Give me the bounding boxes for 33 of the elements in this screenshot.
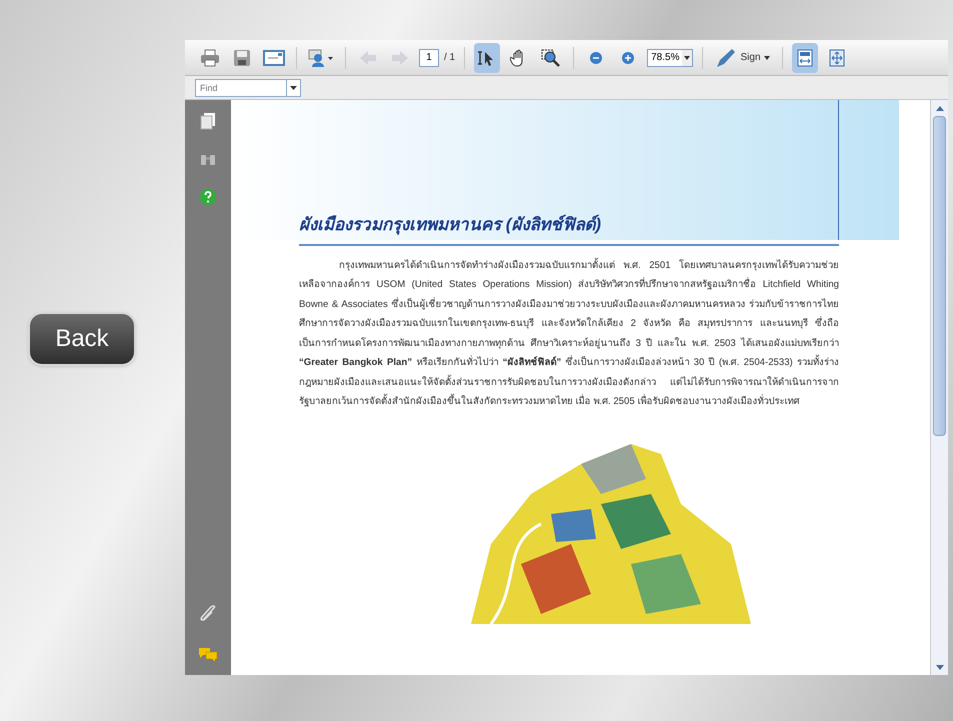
down-arrow-icon[interactable] (936, 664, 944, 670)
back-button[interactable]: Back (28, 312, 136, 366)
scrollbar-thumb[interactable] (933, 116, 946, 436)
pages-icon[interactable] (200, 112, 216, 130)
speech-bubbles-icon[interactable] (198, 647, 218, 663)
magnifier-icon (541, 48, 562, 66)
fit-width-button[interactable] (792, 42, 818, 72)
page-number-field[interactable]: 1 (419, 48, 439, 66)
scrollbar[interactable] (930, 100, 948, 675)
fit-width-icon (796, 48, 812, 66)
left-arrow-icon (359, 50, 377, 66)
pen-icon (715, 48, 738, 68)
envelope-icon (263, 50, 285, 66)
zoom-field[interactable]: 78.5% (647, 48, 694, 66)
find-field[interactable]: Find (195, 78, 287, 96)
paperclip-icon[interactable] (199, 605, 217, 623)
zoom-out-icon (589, 50, 604, 64)
zoom-in-icon (621, 50, 636, 64)
right-arrow-icon (391, 50, 409, 66)
print-icon (200, 48, 220, 66)
caret-icon (684, 56, 690, 60)
binoculars-icon[interactable] (200, 152, 216, 166)
sign-button[interactable]: Sign (712, 44, 772, 72)
share-icon (308, 48, 334, 66)
help-icon[interactable] (199, 188, 217, 206)
caret-icon (764, 56, 770, 60)
caret-icon[interactable] (290, 86, 297, 90)
page-count: / 1 (444, 51, 456, 65)
cursor-button[interactable] (474, 42, 500, 72)
up-arrow-icon[interactable] (936, 106, 944, 110)
document-title: ผังเมืองรวมกรุงเทพมหานคร (ผังลิทช์ฟิลด์) (299, 212, 839, 246)
expand-icon (828, 48, 844, 66)
document-paragraph: กรุงเทพมหานครได้ดำเนินการจัดทำร่างผังเมืองรวมฉบับแรกมาตั้งแต่ พ.ศ. 2501 โดยเทศบาลนครกรุงเทพได้รับความช่วยเหลือจากองค์การ USOM (United States Operations Mission) ส่งบริษัทวิศวกรที่ปรึกษาจากสหรัฐอเมริกาชื่อ Litchfield Whiting Bowne & Associates ซึ่งเป็นผู้เชี่ยวชาญด้านการวางผังเมืองมาช่วยวางระบบผังเมืองและผังภาคมหานครหลวง ร่วมกับข้าราชการไทยศึกษาการจัดวางผังเมืองรวมฉบับแรกในเขตกรุงเทพ-ธนบุรี และจังหวัดใกล้เคียง 2 จังหวัด คือ สมุทรปราการ และนนทบุรี ซึ่งถือเป็นการกำหนดโครงการพัฒนาเมืองทางกายภาพทุกด้าน ศึกษาวิเคราะห์อยู่นานถึง 3 ปี และใน พ.ศ. 2503 ได้เสนอผังแม่บทเรียกว่า “Greater Bangkok Plan” หรือเรียกกันทั่วไปว่า “ผังลิทช์ฟิลด์” ซึ่งเป็นการวางผังเมืองล่วงหน้า 30 ปี (พ.ศ. 2504-2533) รวมทั้งร่างกฎหมายผังเมืองและเสนอแนะให้จัดตั้งส่วนราชการรับผิดชอบในการวางผังเมืองดังกล่าว แต่ไม่ได้รับการพิจารณาให้ดำเนินการจากรัฐบาลยกเว้นการจัดตั้งสำนักผังเมืองขึ้นในสังกัดกระทรวงมหาดไทย เมื่อ พ.ศ. 2505 เพื่อรับผิดชอบงานวางผังเมืองทั่วประเทศ (299, 256, 839, 409)
